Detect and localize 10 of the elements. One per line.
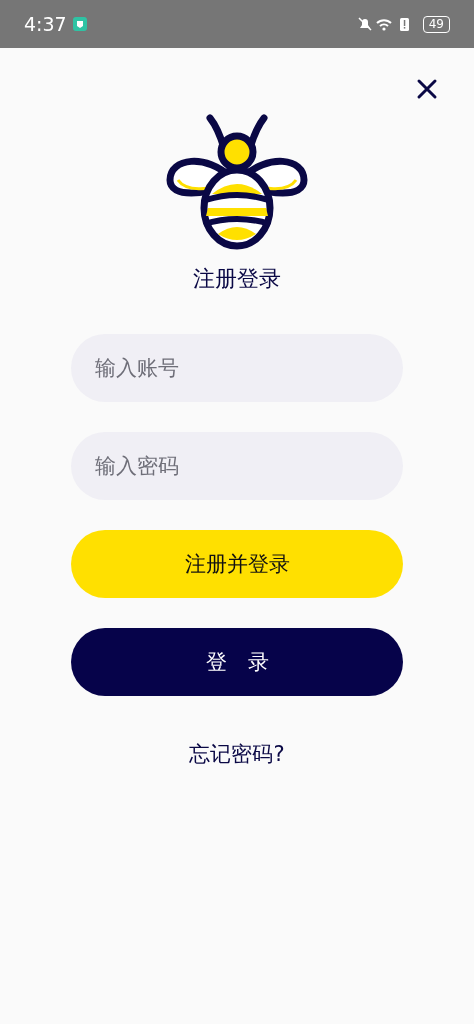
page-title: 注册登录 bbox=[193, 265, 281, 293]
register-login-button[interactable]: 注册并登录 bbox=[71, 530, 403, 598]
close-button[interactable] bbox=[416, 78, 438, 100]
account-field[interactable]: 输入账号 bbox=[71, 334, 403, 402]
notification-icon bbox=[72, 17, 87, 31]
password-field[interactable]: 输入密码 bbox=[71, 432, 403, 500]
battery-indicator: 49 bbox=[422, 15, 450, 33]
forgot-password-link[interactable]: 忘记密码? bbox=[189, 740, 285, 768]
login-button[interactable]: 登 录 bbox=[71, 628, 403, 696]
status-time: 4:37 bbox=[24, 13, 67, 35]
